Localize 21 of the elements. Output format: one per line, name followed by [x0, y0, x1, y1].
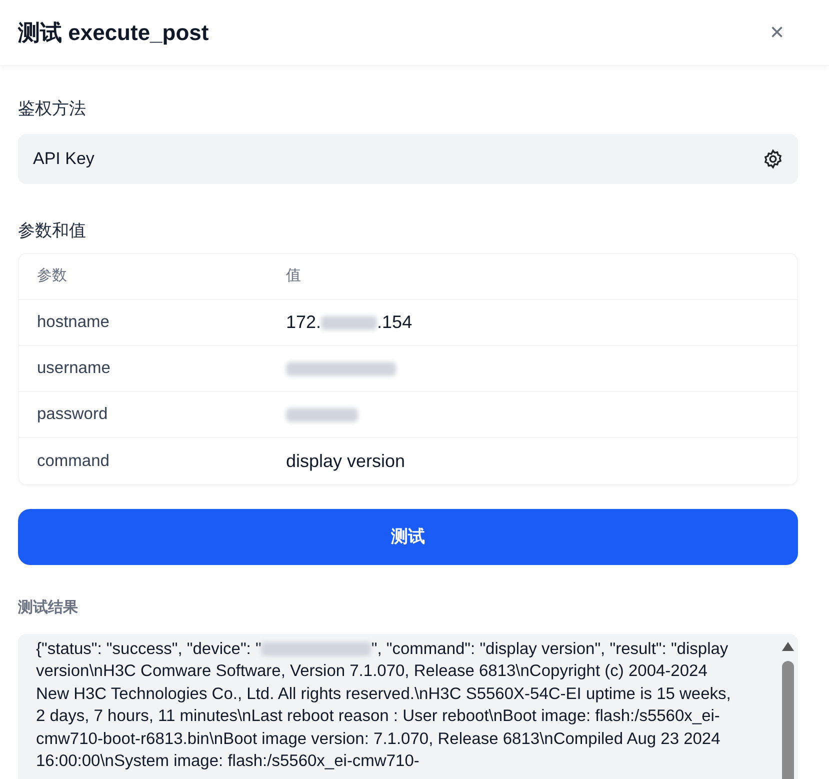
section-label: 鉴权方法	[18, 98, 87, 120]
test-button[interactable]: 测试	[18, 509, 798, 565]
dialog-title: 测试 execute_post	[18, 19, 209, 47]
section-label: 测试结果	[18, 598, 79, 618]
scroll-up-icon[interactable]	[782, 642, 794, 650]
param-name: username	[37, 358, 112, 380]
param-name: command	[37, 450, 110, 472]
param-value: display version	[286, 450, 406, 473]
redaction-mark	[321, 316, 378, 330]
section-label: 参数和值	[18, 220, 87, 242]
param-name: password	[37, 404, 109, 426]
result-text: {"status": "success", "device": " ", "command": "display version", "result": "display version\nH3C Comware Software, Version 7.1.070, Release 6813\nCopyright (c) 2004-2024 New H3C Technologies Co., Ltd. All rights reserved.\nH3C S5560X-54C-EI uptime is 15 weeks, 2 days, 7 hours, 11 minutes\nLast reboot reason : User reboot\nBoot image: flash:/s5560x_ei-cmw710-boot-r6813.bin\nBoot image version: 7.1.070, Release 6813\nCompiled Aug 23 2024 16:00:00\nSystem image: flash:/s5560x_ei-cmw710-	[35, 638, 732, 772]
column-header: 参数	[37, 266, 68, 286]
column-header: 值	[286, 266, 302, 286]
param-name: hostname	[37, 312, 110, 334]
param-value: 172.	[286, 311, 322, 334]
settings-icon[interactable]	[763, 148, 783, 168]
param-value: .154	[377, 311, 412, 334]
close-button[interactable]: ×	[765, 18, 789, 48]
auth-method-field[interactable]: API Key	[18, 134, 798, 184]
redaction-mark	[286, 408, 358, 422]
